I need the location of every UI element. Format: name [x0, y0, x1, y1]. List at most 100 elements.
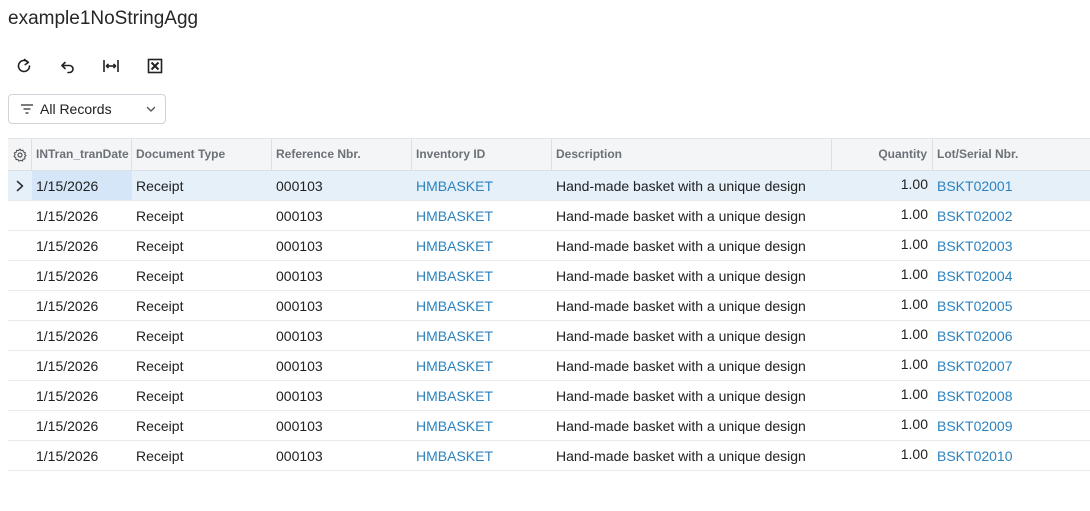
cell-trandate[interactable]: 1/15/2026	[32, 351, 132, 380]
grid-body: 1/15/2026 Receipt 000103 HMBASKET Hand-made …	[8, 171, 1090, 471]
cell-document-type[interactable]: Receipt	[132, 261, 272, 290]
cell-description[interactable]: Hand-made basket with a unique design	[552, 411, 832, 440]
cell-reference-nbr[interactable]: 000103	[272, 351, 412, 380]
cell-lot-serial-link[interactable]: BSKT02008	[933, 381, 1090, 410]
cell-lot-serial-link[interactable]: BSKT02007	[933, 351, 1090, 380]
cell-quantity[interactable]: 1.00	[832, 261, 933, 290]
undo-button[interactable]	[53, 54, 81, 78]
cell-trandate[interactable]: 1/15/2026	[32, 411, 132, 440]
cell-reference-nbr[interactable]: 000103	[272, 411, 412, 440]
table-row[interactable]: 1/15/2026 Receipt 000103 HMBASKET Hand-made …	[8, 381, 1090, 411]
fit-to-screen-button[interactable]	[97, 54, 125, 78]
cell-reference-nbr[interactable]: 000103	[272, 291, 412, 320]
filter-selected-label: All Records	[40, 101, 112, 117]
cell-trandate[interactable]: 1/15/2026	[32, 261, 132, 290]
cell-description[interactable]: Hand-made basket with a unique design	[552, 231, 832, 260]
cell-lot-serial-link[interactable]: BSKT02009	[933, 411, 1090, 440]
cell-inventory-id-link[interactable]: HMBASKET	[412, 201, 552, 230]
cell-quantity[interactable]: 1.00	[832, 201, 933, 230]
cell-description[interactable]: Hand-made basket with a unique design	[552, 441, 832, 470]
table-row[interactable]: 1/15/2026 Receipt 000103 HMBASKET Hand-made …	[8, 291, 1090, 321]
cell-quantity[interactable]: 1.00	[832, 321, 933, 350]
cell-reference-nbr[interactable]: 000103	[272, 321, 412, 350]
column-header-description[interactable]: Description	[552, 139, 832, 171]
cell-inventory-id-link[interactable]: HMBASKET	[412, 381, 552, 410]
cell-quantity[interactable]: 1.00	[832, 411, 933, 440]
table-row[interactable]: 1/15/2026 Receipt 000103 HMBASKET Hand-made …	[8, 201, 1090, 231]
cell-description[interactable]: Hand-made basket with a unique design	[552, 261, 832, 290]
cell-inventory-id-link[interactable]: HMBASKET	[412, 231, 552, 260]
cell-lot-serial-link[interactable]: BSKT02002	[933, 201, 1090, 230]
cell-lot-serial-link[interactable]: BSKT02006	[933, 321, 1090, 350]
row-selector[interactable]	[8, 171, 32, 200]
cell-inventory-id-link[interactable]: HMBASKET	[412, 441, 552, 470]
grid-header: INTran_tranDate Document Type Reference …	[8, 138, 1090, 171]
column-header-inventory-id[interactable]: Inventory ID	[412, 139, 552, 171]
cell-lot-serial-link[interactable]: BSKT02001	[933, 171, 1090, 200]
cell-inventory-id-link[interactable]: HMBASKET	[412, 261, 552, 290]
table-row[interactable]: 1/15/2026 Receipt 000103 HMBASKET Hand-made …	[8, 171, 1090, 201]
cell-document-type[interactable]: Receipt	[132, 321, 272, 350]
cell-lot-serial-link[interactable]: BSKT02010	[933, 441, 1090, 470]
cell-reference-nbr[interactable]: 000103	[272, 231, 412, 260]
cell-description[interactable]: Hand-made basket with a unique design	[552, 171, 832, 200]
column-header-trandate[interactable]: INTran_tranDate	[32, 139, 132, 171]
cell-description[interactable]: Hand-made basket with a unique design	[552, 381, 832, 410]
cell-inventory-id-link[interactable]: HMBASKET	[412, 171, 552, 200]
table-row[interactable]: 1/15/2026 Receipt 000103 HMBASKET Hand-made …	[8, 321, 1090, 351]
cell-lot-serial-link[interactable]: BSKT02003	[933, 231, 1090, 260]
cell-document-type[interactable]: Receipt	[132, 411, 272, 440]
cell-description[interactable]: Hand-made basket with a unique design	[552, 351, 832, 380]
cell-lot-serial-link[interactable]: BSKT02004	[933, 261, 1090, 290]
cell-quantity[interactable]: 1.00	[832, 441, 933, 470]
cell-quantity[interactable]: 1.00	[832, 351, 933, 380]
column-header-reference-nbr[interactable]: Reference Nbr.	[272, 139, 412, 171]
chevron-down-icon	[146, 106, 156, 112]
filter-dropdown[interactable]: All Records	[8, 94, 166, 124]
column-header-quantity[interactable]: Quantity	[832, 139, 933, 171]
cell-reference-nbr[interactable]: 000103	[272, 261, 412, 290]
cell-quantity[interactable]: 1.00	[832, 291, 933, 320]
fit-to-screen-icon	[103, 60, 119, 72]
cell-trandate[interactable]: 1/15/2026	[32, 441, 132, 470]
cell-trandate[interactable]: 1/15/2026	[32, 201, 132, 230]
column-settings-button[interactable]	[8, 139, 32, 171]
cell-description[interactable]: Hand-made basket with a unique design	[552, 291, 832, 320]
cell-description[interactable]: Hand-made basket with a unique design	[552, 321, 832, 350]
export-to-excel-button[interactable]	[141, 54, 169, 78]
table-row[interactable]: 1/15/2026 Receipt 000103 HMBASKET Hand-made …	[8, 231, 1090, 261]
cell-lot-serial-link[interactable]: BSKT02005	[933, 291, 1090, 320]
table-row[interactable]: 1/15/2026 Receipt 000103 HMBASKET Hand-made …	[8, 261, 1090, 291]
cell-document-type[interactable]: Receipt	[132, 231, 272, 260]
cell-trandate[interactable]: 1/15/2026	[32, 291, 132, 320]
cell-trandate[interactable]: 1/15/2026	[32, 321, 132, 350]
cell-trandate[interactable]: 1/15/2026	[32, 171, 132, 200]
cell-inventory-id-link[interactable]: HMBASKET	[412, 291, 552, 320]
cell-document-type[interactable]: Receipt	[132, 201, 272, 230]
cell-quantity[interactable]: 1.00	[832, 381, 933, 410]
cell-document-type[interactable]: Receipt	[132, 381, 272, 410]
cell-reference-nbr[interactable]: 000103	[272, 381, 412, 410]
table-row[interactable]: 1/15/2026 Receipt 000103 HMBASKET Hand-made …	[8, 411, 1090, 441]
refresh-button[interactable]	[10, 54, 38, 78]
table-row[interactable]: 1/15/2026 Receipt 000103 HMBASKET Hand-made …	[8, 351, 1090, 381]
table-row[interactable]: 1/15/2026 Receipt 000103 HMBASKET Hand-made …	[8, 441, 1090, 471]
chevron-right-icon	[16, 180, 24, 191]
cell-quantity[interactable]: 1.00	[832, 171, 933, 200]
cell-trandate[interactable]: 1/15/2026	[32, 381, 132, 410]
cell-inventory-id-link[interactable]: HMBASKET	[412, 321, 552, 350]
column-header-document-type[interactable]: Document Type	[132, 139, 272, 171]
cell-document-type[interactable]: Receipt	[132, 291, 272, 320]
cell-reference-nbr[interactable]: 000103	[272, 201, 412, 230]
cell-quantity[interactable]: 1.00	[832, 231, 933, 260]
cell-reference-nbr[interactable]: 000103	[272, 441, 412, 470]
cell-description[interactable]: Hand-made basket with a unique design	[552, 201, 832, 230]
cell-reference-nbr[interactable]: 000103	[272, 171, 412, 200]
cell-document-type[interactable]: Receipt	[132, 351, 272, 380]
cell-inventory-id-link[interactable]: HMBASKET	[412, 411, 552, 440]
column-header-lot-serial-nbr[interactable]: Lot/Serial Nbr.	[933, 139, 1090, 171]
cell-trandate[interactable]: 1/15/2026	[32, 231, 132, 260]
cell-inventory-id-link[interactable]: HMBASKET	[412, 351, 552, 380]
cell-document-type[interactable]: Receipt	[132, 171, 272, 200]
cell-document-type[interactable]: Receipt	[132, 441, 272, 470]
